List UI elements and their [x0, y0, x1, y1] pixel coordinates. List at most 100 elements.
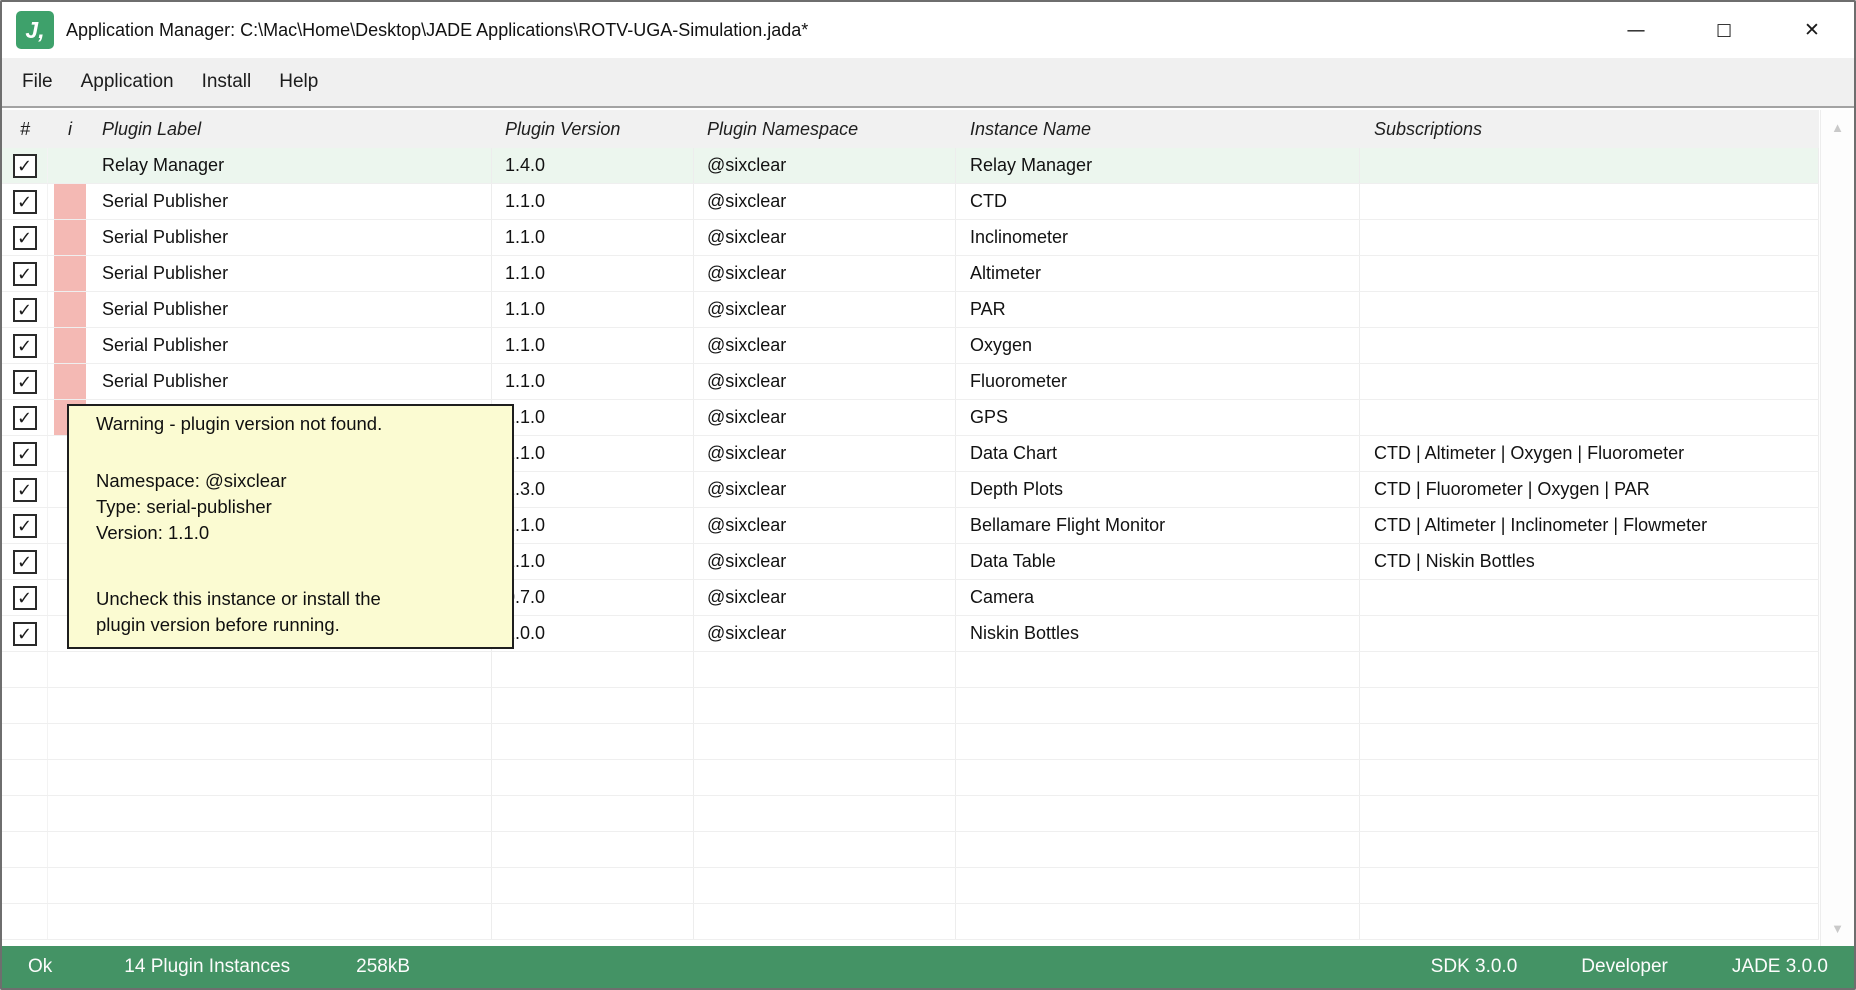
scroll-up-icon[interactable]: ▲	[1821, 120, 1854, 135]
empty-cell	[694, 760, 956, 795]
scroll-down-icon[interactable]: ▼	[1821, 921, 1854, 936]
row-checkbox[interactable]: ✓	[13, 550, 37, 574]
plugin-namespace-cell: @sixclear	[694, 256, 956, 291]
plugin-namespace-cell: @sixclear	[694, 472, 956, 507]
menu-bar: File Application Install Help	[2, 58, 1854, 106]
empty-cell	[492, 760, 694, 795]
instance-name-cell: Bellamare Flight Monitor	[956, 508, 1360, 543]
empty-row	[2, 760, 1819, 796]
close-button[interactable]: ✕	[1784, 8, 1840, 52]
menu-install[interactable]: Install	[188, 58, 266, 106]
row-checkbox[interactable]: ✓	[13, 406, 37, 430]
empty-cell	[492, 832, 694, 867]
plugin-version-cell: 1.1.0	[492, 184, 694, 219]
check-icon: ✓	[17, 337, 32, 355]
window-title: Application Manager: C:\Mac\Home\Desktop…	[66, 20, 808, 41]
warning-indicator[interactable]	[54, 184, 86, 219]
row-checkbox[interactable]: ✓	[13, 262, 37, 286]
table-row[interactable]: ✓Serial Publisher1.1.0@sixclearAltimeter	[2, 256, 1819, 292]
row-checkbox[interactable]: ✓	[13, 370, 37, 394]
table-row[interactable]: ✓Serial Publisher1.1.0@sixclearInclinome…	[2, 220, 1819, 256]
subscriptions-cell	[1360, 184, 1819, 219]
instance-name-cell: Depth Plots	[956, 472, 1360, 507]
plugin-namespace-cell: @sixclear	[694, 436, 956, 471]
empty-row	[2, 652, 1819, 688]
maximize-button[interactable]: □	[1696, 8, 1752, 52]
row-checkbox[interactable]: ✓	[13, 154, 37, 178]
row-checkbox[interactable]: ✓	[13, 334, 37, 358]
plugin-namespace-cell: @sixclear	[694, 364, 956, 399]
status-ok: Ok	[28, 956, 52, 978]
empty-cell	[48, 688, 92, 723]
status-jade-version: JADE 3.0.0	[1732, 956, 1828, 978]
plugin-label-cell: Serial Publisher	[92, 328, 492, 363]
empty-row	[2, 868, 1819, 904]
subscriptions-cell	[1360, 220, 1819, 255]
empty-cell	[92, 868, 492, 903]
row-checkbox-cell: ✓	[2, 580, 48, 615]
plugin-namespace-cell: @sixclear	[694, 292, 956, 327]
header-plugin-label: Plugin Label	[92, 119, 492, 140]
empty-cell	[956, 760, 1360, 795]
subscriptions-cell	[1360, 292, 1819, 327]
plugin-namespace-cell: @sixclear	[694, 544, 956, 579]
table-row[interactable]: ✓Serial Publisher1.1.0@sixclearPAR	[2, 292, 1819, 328]
row-checkbox[interactable]: ✓	[13, 442, 37, 466]
subscriptions-cell	[1360, 364, 1819, 399]
check-icon: ✓	[17, 265, 32, 283]
row-checkbox[interactable]: ✓	[13, 298, 37, 322]
plugin-version-cell: 1.1.0	[492, 220, 694, 255]
check-icon: ✓	[17, 625, 32, 643]
row-info-cell	[48, 220, 92, 255]
warning-indicator[interactable]	[54, 364, 86, 399]
table-row[interactable]: ✓Relay Manager1.4.0@sixclearRelay Manage…	[2, 148, 1819, 184]
empty-row	[2, 688, 1819, 724]
tooltip-version: Version: 1.1.0	[96, 520, 504, 546]
plugin-version-cell: 1.1.0	[492, 400, 694, 435]
table-row[interactable]: ✓Serial Publisher1.1.0@sixclearCTD	[2, 184, 1819, 220]
warning-indicator[interactable]	[54, 220, 86, 255]
menu-application[interactable]: Application	[67, 58, 188, 106]
warning-indicator[interactable]	[54, 292, 86, 327]
tooltip-namespace: Namespace: @sixclear	[96, 468, 504, 494]
empty-cell	[956, 796, 1360, 831]
subscriptions-cell	[1360, 400, 1819, 435]
empty-cell	[694, 688, 956, 723]
row-checkbox[interactable]: ✓	[13, 190, 37, 214]
vertical-scrollbar[interactable]: ▲ ▼	[1820, 110, 1854, 946]
window-controls: — □ ✕	[1608, 8, 1840, 52]
table-row[interactable]: ✓Serial Publisher1.1.0@sixclearFluoromet…	[2, 364, 1819, 400]
menu-help[interactable]: Help	[265, 58, 332, 106]
warning-indicator[interactable]	[54, 256, 86, 291]
empty-cell	[492, 868, 694, 903]
status-sdk-version: SDK 3.0.0	[1431, 956, 1518, 978]
empty-cell	[48, 760, 92, 795]
row-checkbox-cell: ✓	[2, 436, 48, 471]
empty-cell	[956, 904, 1360, 939]
empty-cell	[92, 724, 492, 759]
row-checkbox[interactable]: ✓	[13, 478, 37, 502]
row-checkbox[interactable]: ✓	[13, 586, 37, 610]
row-checkbox[interactable]: ✓	[13, 226, 37, 250]
check-icon: ✓	[17, 301, 32, 319]
empty-cell	[92, 652, 492, 687]
check-icon: ✓	[17, 589, 32, 607]
warning-indicator[interactable]	[54, 328, 86, 363]
empty-cell	[92, 688, 492, 723]
plugin-version-cell: 1.1.0	[492, 436, 694, 471]
instance-name-cell: PAR	[956, 292, 1360, 327]
check-icon: ✓	[17, 157, 32, 175]
minimize-button[interactable]: —	[1608, 8, 1664, 52]
row-checkbox[interactable]: ✓	[13, 622, 37, 646]
status-bar: Ok 14 Plugin Instances 258kB SDK 3.0.0 D…	[2, 946, 1854, 988]
table-row[interactable]: ✓Serial Publisher1.1.0@sixclearOxygen	[2, 328, 1819, 364]
row-checkbox-cell: ✓	[2, 544, 48, 579]
plugin-label-cell: Relay Manager	[92, 148, 492, 183]
empty-cell	[48, 904, 92, 939]
subscriptions-cell	[1360, 580, 1819, 615]
row-checkbox[interactable]: ✓	[13, 514, 37, 538]
status-size: 258kB	[356, 956, 410, 978]
menu-file[interactable]: File	[8, 58, 67, 106]
empty-row	[2, 796, 1819, 832]
plugin-namespace-cell: @sixclear	[694, 580, 956, 615]
